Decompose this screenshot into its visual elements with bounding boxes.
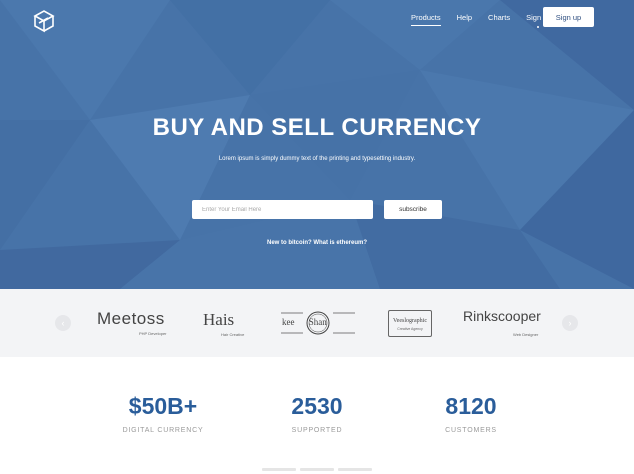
- brand-tagline: Web Designer: [513, 332, 539, 337]
- brand-logo-icon[interactable]: [31, 8, 57, 34]
- carousel-next-button[interactable]: ›: [562, 315, 578, 331]
- stat-label-supported: SUPPORTED: [291, 427, 343, 434]
- brand-logo-keeshan[interactable]: kee Shan: [281, 310, 355, 336]
- nav-item-products[interactable]: Products: [411, 13, 441, 26]
- nav-item-charts[interactable]: Charts: [488, 13, 510, 22]
- brand-name: Meetoss: [97, 309, 165, 328]
- cropped-section-heading: [262, 468, 372, 471]
- bitcoin-info-link[interactable]: New to bitcoin? What is ethereum?: [0, 240, 634, 246]
- hero-section: Products Help Charts Sign in Sign up BUY…: [0, 0, 634, 289]
- top-nav: Products Help Charts Sign in: [411, 13, 565, 28]
- chevron-left-icon: ‹: [61, 318, 65, 328]
- carousel-prev-button[interactable]: ‹: [55, 315, 71, 331]
- chevron-right-icon: ›: [568, 318, 572, 328]
- brand-logo-rinkscooper[interactable]: Rinkscooper Web Designer: [463, 308, 543, 338]
- sign-up-button[interactable]: Sign up: [543, 7, 594, 27]
- email-input[interactable]: [192, 200, 373, 219]
- brand-tagline: Creative Agency: [397, 327, 423, 331]
- brand-logo-meetoss[interactable]: Meetoss PHP Developer: [97, 309, 173, 337]
- stat-value-customers: 8120: [445, 393, 497, 419]
- brand-tagline: PHP Developer: [139, 331, 167, 336]
- brand-logo-hais[interactable]: Hais Hair Creative: [203, 310, 253, 338]
- stat-value-supported: 2530: [291, 393, 343, 419]
- brand-name: Hais: [203, 310, 235, 329]
- brand-logo-veeslographic[interactable]: Veeslographic Creative Agency: [388, 310, 432, 337]
- subscribe-button[interactable]: subscribe: [384, 200, 442, 219]
- stat-label-digital-currency: DIGITAL CURRENCY: [122, 427, 204, 434]
- brand-tagline: Hair Creative: [221, 332, 245, 337]
- brand-name: Rinkscooper: [463, 308, 541, 324]
- hero-subtitle: Lorem ipsum is simply dummy text of the …: [218, 156, 416, 162]
- brand-name: Veeslographic: [393, 318, 427, 324]
- stat-label-customers: CUSTOMERS: [445, 427, 497, 434]
- nav-item-help[interactable]: Help: [457, 13, 472, 22]
- stat-value-digital-currency: $50B+: [128, 393, 198, 419]
- hero-title: BUY AND SELL CURRENCY: [152, 114, 482, 141]
- brand-name: kee Shan: [282, 317, 327, 327]
